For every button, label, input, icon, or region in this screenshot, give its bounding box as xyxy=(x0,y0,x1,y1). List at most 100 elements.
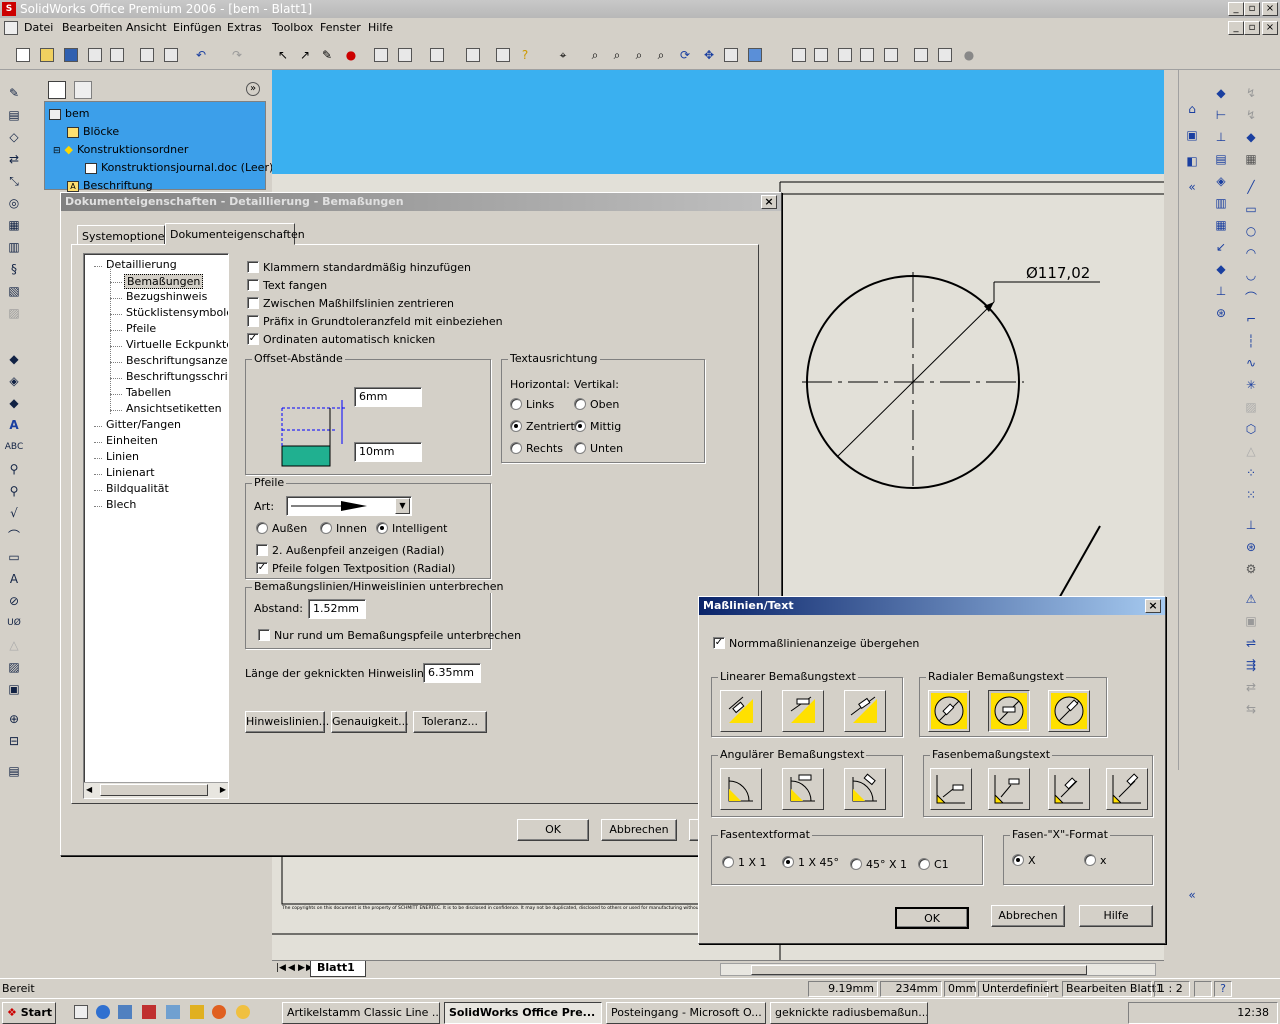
hinweislinien-button[interactable]: Hinweislinien... xyxy=(245,711,329,733)
doc-close-button[interactable]: × xyxy=(1262,21,1278,35)
note-icon[interactable]: ✎ xyxy=(5,84,23,102)
print-icon[interactable] xyxy=(138,46,156,64)
sketch-smart-dim-icon[interactable]: ↯ xyxy=(1242,84,1260,102)
mass-help-button[interactable]: Hilfe xyxy=(1079,905,1153,927)
centerline-icon[interactable]: ⊟ xyxy=(5,732,23,750)
measure-icon[interactable]: ⌖ xyxy=(554,46,572,64)
grid-icon[interactable] xyxy=(372,46,390,64)
tree-item-konstruktionsordner[interactable]: ⊟ ◆ Konstruktionsordner xyxy=(53,143,188,156)
radio-button[interactable] xyxy=(320,522,332,534)
feature-manager-tab-icon[interactable] xyxy=(48,81,66,99)
radial-text-option-1-icon[interactable] xyxy=(928,690,970,732)
nav-scroll-thumb[interactable] xyxy=(100,784,208,796)
nav-item[interactable]: Pfeile xyxy=(124,322,158,335)
polygon-icon[interactable]: ⬡ xyxy=(1242,420,1260,438)
break-arrows-checkbox[interactable] xyxy=(258,629,270,641)
expand-panel-icon[interactable]: » xyxy=(246,82,260,96)
help-icon[interactable]: ? xyxy=(516,46,534,64)
quicklaunch-media-icon[interactable] xyxy=(190,1005,204,1019)
redo-icon[interactable]: ↷ xyxy=(228,46,246,64)
radio-button[interactable] xyxy=(722,856,734,868)
radio-button[interactable] xyxy=(782,856,794,868)
chamfer-text-option-1-icon[interactable] xyxy=(930,768,972,810)
horizontal-dim-icon[interactable]: ⊢ xyxy=(1212,106,1230,124)
model-items-icon[interactable]: ◈ xyxy=(5,372,23,390)
scroll-right-icon[interactable]: ▶ xyxy=(220,785,226,794)
option-checkbox[interactable]: ✓ xyxy=(247,333,259,345)
nav-item[interactable]: Bezugshinweis xyxy=(124,290,209,303)
nav-item[interactable]: Tabellen xyxy=(124,386,173,399)
shaded-edges-icon[interactable] xyxy=(858,46,876,64)
radio-button[interactable] xyxy=(850,858,862,870)
quicklaunch-desktop-icon[interactable] xyxy=(74,1005,88,1019)
doc-ok-button[interactable]: OK xyxy=(517,819,589,841)
tree-item-beschriftung[interactable]: A Beschriftung xyxy=(67,179,153,192)
nav-item[interactable]: Detaillierung xyxy=(104,258,179,271)
nav-item[interactable]: Blech xyxy=(104,498,138,511)
table-icon[interactable]: ▤ xyxy=(5,762,23,780)
radio-button[interactable] xyxy=(574,398,586,410)
horizontal-ordinate-icon[interactable]: ▥ xyxy=(1212,194,1230,212)
doc-cancel-button[interactable]: Abbrechen xyxy=(601,819,677,841)
radio-button[interactable] xyxy=(574,420,586,432)
quicklaunch-explorer-icon[interactable] xyxy=(166,1005,180,1019)
library-icon[interactable]: ▣ xyxy=(1183,126,1201,144)
minimize-button[interactable]: _ xyxy=(1228,2,1244,16)
genauigkeit-button[interactable]: Genauigkeit... xyxy=(331,711,409,733)
quicklaunch-app-icon[interactable] xyxy=(142,1005,156,1019)
file-explorer-icon[interactable]: ◧ xyxy=(1183,152,1201,170)
relative-view-icon[interactable]: ▨ xyxy=(5,304,23,322)
line-icon[interactable]: ╱ xyxy=(1242,178,1260,196)
menu-bearbeiten[interactable]: Bearbeiten xyxy=(62,21,122,34)
projected-view-icon[interactable]: ◇ xyxy=(5,128,23,146)
linear-text-option-1-icon[interactable] xyxy=(720,690,762,732)
balloon-icon[interactable]: ⚲ xyxy=(5,460,23,478)
spell-check-icon[interactable]: ABC xyxy=(5,438,23,456)
linear-text-option-3-icon[interactable] xyxy=(844,690,886,732)
open-icon[interactable] xyxy=(38,46,56,64)
tree-item-journal[interactable]: Konstruktionsjournal.doc (Leer) xyxy=(85,161,273,174)
maximize-button[interactable]: ▫ xyxy=(1244,2,1260,16)
nav-item[interactable]: Bemaßungen xyxy=(124,274,204,289)
menu-fenster[interactable]: Fenster xyxy=(320,21,361,34)
detail-view-icon[interactable]: ◎ xyxy=(5,194,23,212)
collapse-icon[interactable]: ⊟ xyxy=(53,146,61,156)
select-icon[interactable]: ↖ xyxy=(274,46,292,64)
option-checkbox[interactable] xyxy=(247,297,259,309)
arrow-style-select[interactable]: ▼ xyxy=(286,496,412,516)
status-help-icon[interactable]: ? xyxy=(1214,981,1232,997)
close-button[interactable]: × xyxy=(1262,2,1278,16)
override-checkbox[interactable]: ✓ xyxy=(713,637,725,649)
menu-hilfe[interactable]: Hilfe xyxy=(368,21,393,34)
surface-finish-icon[interactable]: √ xyxy=(5,504,23,522)
pan-icon[interactable]: ✥ xyxy=(700,46,718,64)
pattern-icon[interactable]: ⁘ xyxy=(1242,464,1260,482)
autodimension-icon[interactable]: ◆ xyxy=(1212,260,1230,278)
extend-icon[interactable]: ⇆ xyxy=(1242,700,1260,718)
radio-button[interactable] xyxy=(510,420,522,432)
aux-view-icon[interactable]: ⇄ xyxy=(5,150,23,168)
offset-bottom-input[interactable]: 10mm xyxy=(354,442,422,462)
three-point-arc-icon[interactable]: ⌒ xyxy=(1242,288,1260,306)
dimension-icon[interactable]: ⊥ xyxy=(1242,516,1260,534)
grid-points-icon[interactable]: ⁙ xyxy=(1242,486,1260,504)
radio-button[interactable] xyxy=(918,858,930,870)
chamfer-text-option-4-icon[interactable] xyxy=(1106,768,1148,810)
radio-button[interactable] xyxy=(376,522,388,534)
follow-text-checkbox[interactable]: ✓ xyxy=(256,562,268,574)
select-other-icon[interactable]: ↗ xyxy=(296,46,314,64)
hole-callout-icon[interactable]: UØ xyxy=(5,614,23,632)
center-mark-icon[interactable]: ⊕ xyxy=(5,710,23,728)
realview-icon[interactable]: ● xyxy=(960,46,978,64)
sketch-3-icon[interactable]: ◆ xyxy=(1242,128,1260,146)
quicklaunch-firefox-icon[interactable] xyxy=(212,1005,226,1019)
mass-cancel-button[interactable]: Abbrechen xyxy=(991,905,1065,927)
undo-icon[interactable]: ↶ xyxy=(192,46,210,64)
nav-item[interactable]: Virtuelle Eckpunkte xyxy=(124,338,228,351)
nav-item[interactable]: Beschriftungsschriftart xyxy=(124,370,228,383)
traffic-light-icon[interactable]: ● xyxy=(342,46,360,64)
centerline-sketch-icon[interactable]: ┆ xyxy=(1242,332,1260,350)
baseline-dim-icon[interactable]: ▤ xyxy=(1212,150,1230,168)
offset-top-input[interactable]: 6mm xyxy=(354,387,422,407)
model-view-icon[interactable]: ▤ xyxy=(5,106,23,124)
